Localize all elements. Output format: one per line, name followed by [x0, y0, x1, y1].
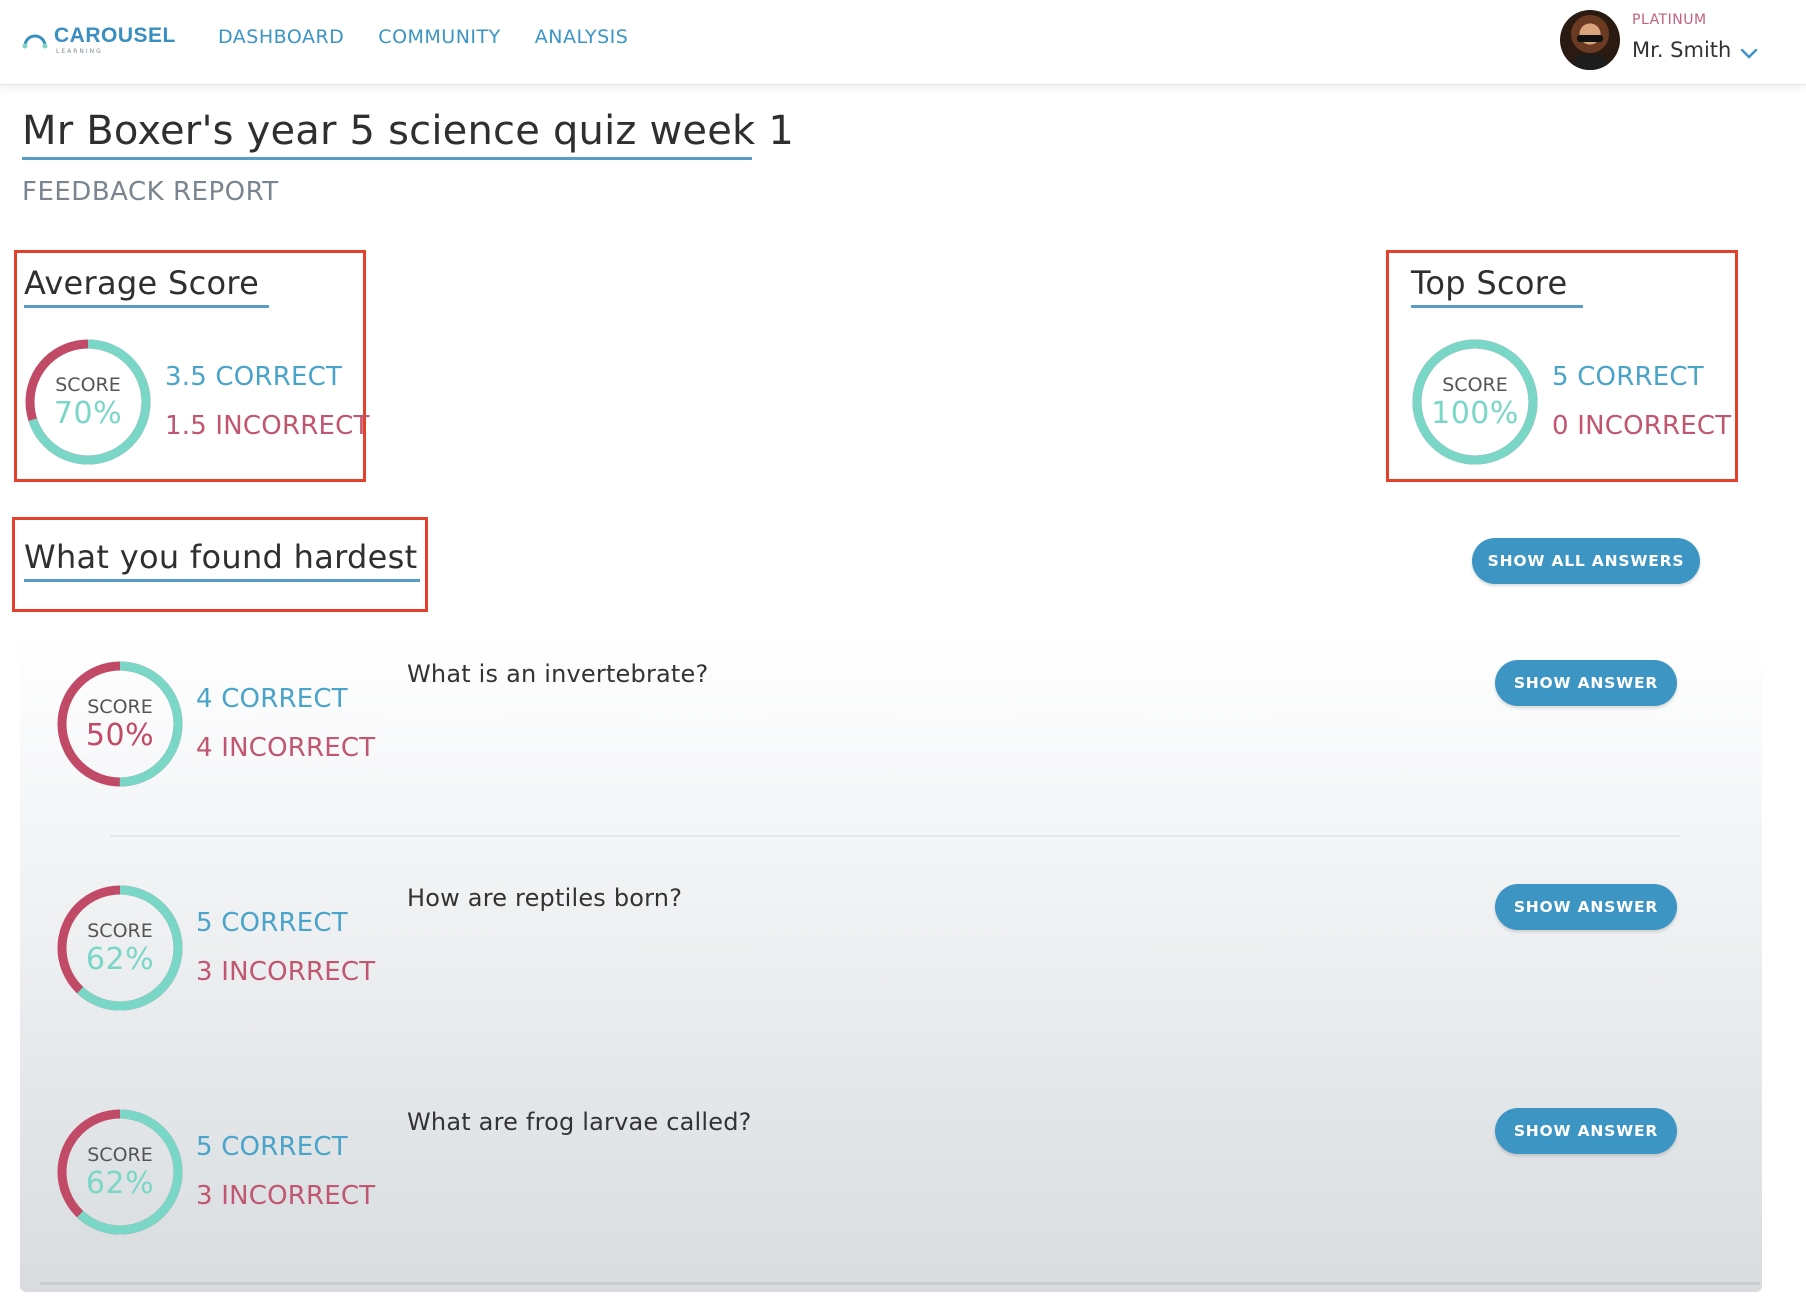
nav-dashboard[interactable]: DASHBOARD — [218, 26, 344, 48]
show-all-answers-button[interactable]: SHOW ALL ANSWERS — [1472, 538, 1700, 584]
average-incorrect-count: 1.5 INCORRECT — [165, 411, 370, 441]
hardest-heading: What you found hardest — [24, 538, 418, 576]
top-incorrect-count: 0 INCORRECT — [1552, 411, 1732, 441]
show-answer-button-1[interactable]: SHOW ANSWER — [1495, 660, 1677, 706]
question-score-percent-3: 62% — [85, 1166, 155, 1201]
question-incorrect-count-3: 3 INCORRECT — [196, 1181, 376, 1211]
user-name: Mr. Smith — [1632, 38, 1732, 62]
top-score-ring: SCORE 100% — [1409, 336, 1541, 468]
question-text-1: What is an invertebrate? — [407, 660, 709, 688]
brand-logo[interactable]: CAROUSEL LEARNING — [22, 22, 175, 62]
brand-name: CAROUSEL — [54, 24, 176, 47]
average-score-label: SCORE — [55, 374, 121, 396]
avatar — [1560, 10, 1620, 70]
nav-analysis[interactable]: ANALYSIS — [535, 26, 629, 48]
main-nav: DASHBOARD COMMUNITY ANALYSIS — [218, 26, 628, 48]
show-answer-button-2[interactable]: SHOW ANSWER — [1495, 884, 1677, 930]
panel-bottom-edge — [40, 1282, 1760, 1285]
row-divider — [120, 1058, 1680, 1060]
average-score-ring: SCORE 70% — [22, 336, 154, 468]
carousel-logo-icon — [22, 34, 48, 49]
account-tier: PLATINUM — [1632, 12, 1707, 28]
chevron-down-icon[interactable] — [1740, 48, 1758, 60]
question-score-label-2: SCORE — [87, 920, 153, 942]
average-score-heading: Average Score — [24, 264, 260, 302]
question-incorrect-count-2: 3 INCORRECT — [196, 957, 376, 987]
top-navigation-bar: CAROUSEL LEARNING DASHBOARD COMMUNITY AN… — [0, 0, 1806, 85]
question-text-3: What are frog larvae called? — [407, 1108, 752, 1136]
question-score-label-3: SCORE — [87, 1144, 153, 1166]
page-subtitle: FEEDBACK REPORT — [22, 177, 279, 207]
question-correct-count-2: 5 CORRECT — [196, 908, 348, 938]
page-title: Mr Boxer's year 5 science quiz week 1 — [22, 108, 794, 154]
user-menu[interactable]: PLATINUM Mr. Smith — [1560, 10, 1790, 72]
average-score-underline — [24, 305, 269, 308]
row-divider — [110, 835, 1680, 837]
question-score-ring-1: SCORE 50% — [54, 658, 186, 790]
average-score-percent: 70% — [53, 396, 123, 431]
show-answer-button-3[interactable]: SHOW ANSWER — [1495, 1108, 1677, 1154]
average-correct-count: 3.5 CORRECT — [165, 362, 343, 392]
question-score-ring-2: SCORE 62% — [54, 882, 186, 1014]
top-score-label: SCORE — [1442, 374, 1508, 396]
question-correct-count-3: 5 CORRECT — [196, 1132, 348, 1162]
question-score-label-1: SCORE — [87, 696, 153, 718]
top-score-underline — [1411, 305, 1583, 308]
hardest-underline — [24, 579, 420, 582]
title-underline — [22, 157, 752, 160]
question-correct-count-1: 4 CORRECT — [196, 684, 348, 714]
top-score-heading: Top Score — [1411, 264, 1568, 302]
nav-community[interactable]: COMMUNITY — [378, 26, 500, 48]
question-incorrect-count-1: 4 INCORRECT — [196, 733, 376, 763]
top-score-percent: 100% — [1431, 396, 1519, 431]
question-text-2: How are reptiles born? — [407, 884, 683, 912]
question-score-ring-3: SCORE 62% — [54, 1106, 186, 1238]
top-correct-count: 5 CORRECT — [1552, 362, 1704, 392]
question-score-percent-2: 62% — [85, 942, 155, 977]
brand-tagline: LEARNING — [56, 48, 103, 55]
question-score-percent-1: 50% — [85, 718, 155, 753]
